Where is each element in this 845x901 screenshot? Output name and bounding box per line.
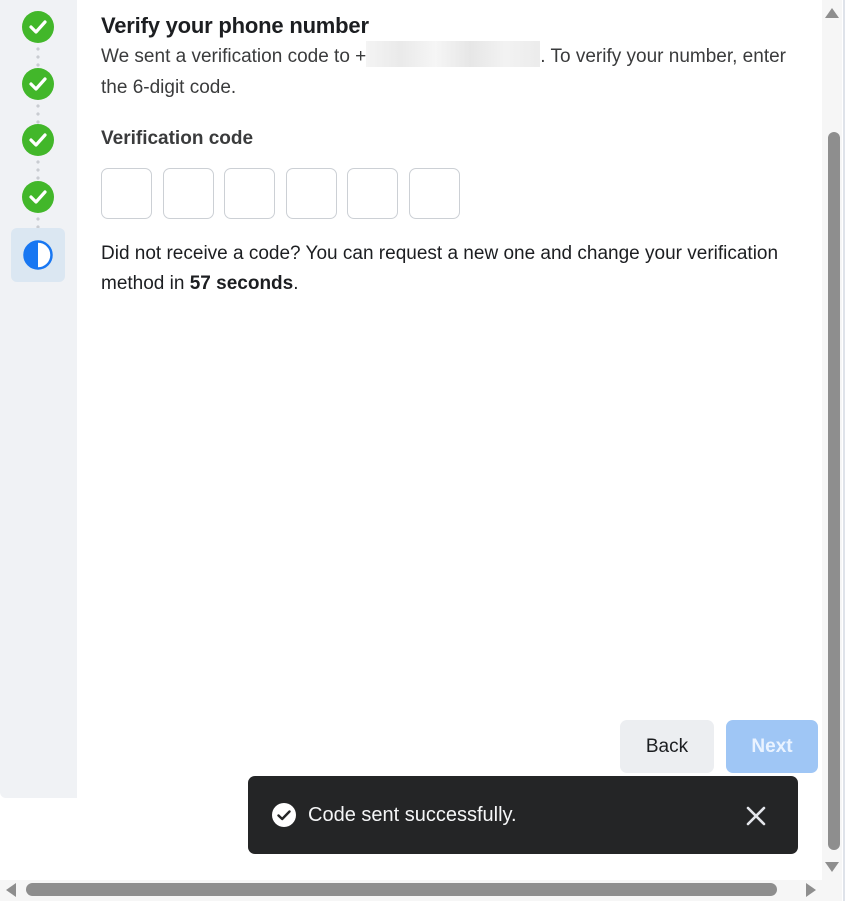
success-toast: Code sent successfully. — [248, 776, 798, 854]
code-digit-5-input[interactable] — [347, 168, 398, 219]
content-area: Verify your phone number We sent a verif… — [101, 12, 791, 103]
step-complete-check-icon — [22, 124, 54, 156]
step-connector — [36, 45, 40, 67]
scroll-right-arrow-icon[interactable] — [806, 883, 816, 897]
step-complete-check-icon — [22, 181, 54, 213]
step-connector — [36, 102, 40, 124]
horizontal-scrollbar-thumb[interactable] — [26, 883, 777, 896]
half-circle-icon — [23, 240, 53, 270]
code-digit-6-input[interactable] — [409, 168, 460, 219]
verification-code-label: Verification code — [101, 128, 254, 149]
code-digit-2-input[interactable] — [163, 168, 214, 219]
description-prefix: We sent a verification code to + — [101, 46, 367, 67]
resend-countdown: 57 seconds — [189, 273, 294, 294]
toast-message: Code sent successfully. — [308, 804, 517, 826]
step-complete-check-icon — [22, 68, 54, 100]
step-connector — [36, 158, 40, 180]
resend-suffix: . — [293, 273, 299, 294]
vertical-scrollbar-thumb[interactable] — [828, 132, 840, 850]
active-step — [11, 228, 65, 282]
resend-info: Did not receive a code? You can request … — [101, 239, 791, 299]
verification-description: We sent a verification code to +. To ver… — [101, 40, 791, 103]
verification-dialog: Verify your phone number We sent a verif… — [0, 0, 822, 798]
close-icon[interactable] — [742, 802, 770, 830]
scroll-left-arrow-icon[interactable] — [6, 883, 16, 897]
check-circle-icon — [272, 803, 296, 827]
back-button[interactable]: Back — [620, 720, 714, 773]
progress-stepper — [0, 0, 77, 798]
step-connector — [36, 215, 40, 228]
code-digit-4-input[interactable] — [286, 168, 337, 219]
scroll-up-arrow-icon[interactable] — [825, 8, 839, 18]
next-button[interactable]: Next — [726, 720, 818, 773]
page-title: Verify your phone number — [101, 13, 369, 38]
code-digit-1-input[interactable] — [101, 168, 152, 219]
scroll-down-arrow-icon[interactable] — [825, 862, 839, 872]
redacted-phone-number — [366, 40, 541, 67]
step-complete-check-icon — [22, 11, 54, 43]
code-digit-3-input[interactable] — [224, 168, 275, 219]
